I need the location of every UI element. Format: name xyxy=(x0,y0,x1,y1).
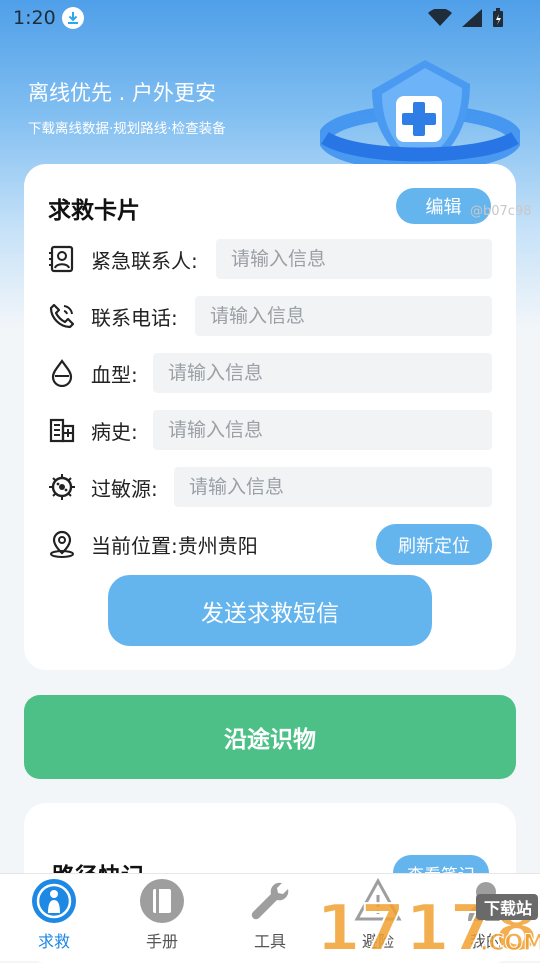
nav-item-sos[interactable]: 求救 xyxy=(0,874,108,961)
book-icon xyxy=(140,879,184,923)
shield-illustration xyxy=(320,60,520,170)
blood-type-label: 血型: xyxy=(91,362,138,387)
hero-title: 离线优先 . 户外更安 xyxy=(28,81,217,105)
nav-item-me[interactable]: 我的 xyxy=(432,874,540,961)
nav-item-manual[interactable]: 手册 xyxy=(108,874,216,961)
allergen-input[interactable] xyxy=(174,467,492,507)
nav-item-tools[interactable]: 工具 xyxy=(216,874,324,961)
bottom-nav: 求救 手册 工具 避险 我的 xyxy=(0,873,540,961)
field-blood-type: 血型: xyxy=(48,353,138,393)
nav-label-hazard: 避险 xyxy=(361,932,394,951)
rescue-card: 求救卡片 编辑 @b07c98 紧急联系人: 联系电话: 血型: 病史: xyxy=(24,164,531,670)
medical-history-input[interactable] xyxy=(153,410,492,450)
send-sos-sms-button[interactable]: 发送求救短信 xyxy=(108,575,432,646)
nav-label-manual: 手册 xyxy=(145,932,178,951)
field-emergency-contact: 紧急联系人: xyxy=(48,239,198,279)
medical-history-label: 病史: xyxy=(91,419,138,444)
battery-icon xyxy=(493,8,503,27)
sos-icon xyxy=(32,879,76,923)
hospital-icon xyxy=(48,416,76,444)
location-value: 贵州贵阳 xyxy=(177,533,258,558)
location-pin-icon xyxy=(48,530,76,558)
location-label: 当前位置: xyxy=(91,533,178,558)
blood-type-input[interactable] xyxy=(153,353,492,393)
allergen-label: 过敏源: xyxy=(91,476,158,501)
field-allergen: 过敏源: xyxy=(48,467,158,507)
phone-icon xyxy=(48,302,76,330)
signal-icon xyxy=(462,9,482,27)
user-icon xyxy=(468,882,504,921)
allergen-icon xyxy=(48,473,76,501)
watermark-id: @b07c98 xyxy=(470,204,532,219)
wrench-icon xyxy=(251,882,289,920)
field-location: 当前位置: 贵州贵阳 xyxy=(48,524,258,564)
emergency-contact-input[interactable] xyxy=(216,239,492,279)
phone-label: 联系电话: xyxy=(91,305,178,330)
nav-label-me: 我的 xyxy=(469,932,502,951)
contact-card-icon xyxy=(48,245,76,273)
download-icon xyxy=(62,7,84,29)
warning-icon xyxy=(354,877,402,921)
nav-label-tools: 工具 xyxy=(253,932,286,951)
field-phone: 联系电话: xyxy=(48,296,178,336)
rescue-card-title: 求救卡片 xyxy=(48,198,140,224)
status-time: 1:20 xyxy=(13,7,56,29)
wifi-icon xyxy=(428,9,452,26)
blood-drop-icon xyxy=(48,359,76,387)
refresh-location-button[interactable]: 刷新定位 xyxy=(376,524,492,565)
emergency-contact-label: 紧急联系人: xyxy=(91,248,198,273)
status-bar: 1:20 xyxy=(0,0,540,38)
along-route-recognition-button[interactable]: 沿途识物 xyxy=(24,695,516,779)
hero-subtitle: 下载离线数据·规划路线·检查装备 xyxy=(28,121,226,137)
nav-item-hazard[interactable]: 避险 xyxy=(324,874,432,961)
field-medical-history: 病史: xyxy=(48,410,138,450)
status-icons xyxy=(428,8,504,28)
phone-input[interactable] xyxy=(195,296,492,336)
nav-label-sos: 求救 xyxy=(37,932,70,951)
